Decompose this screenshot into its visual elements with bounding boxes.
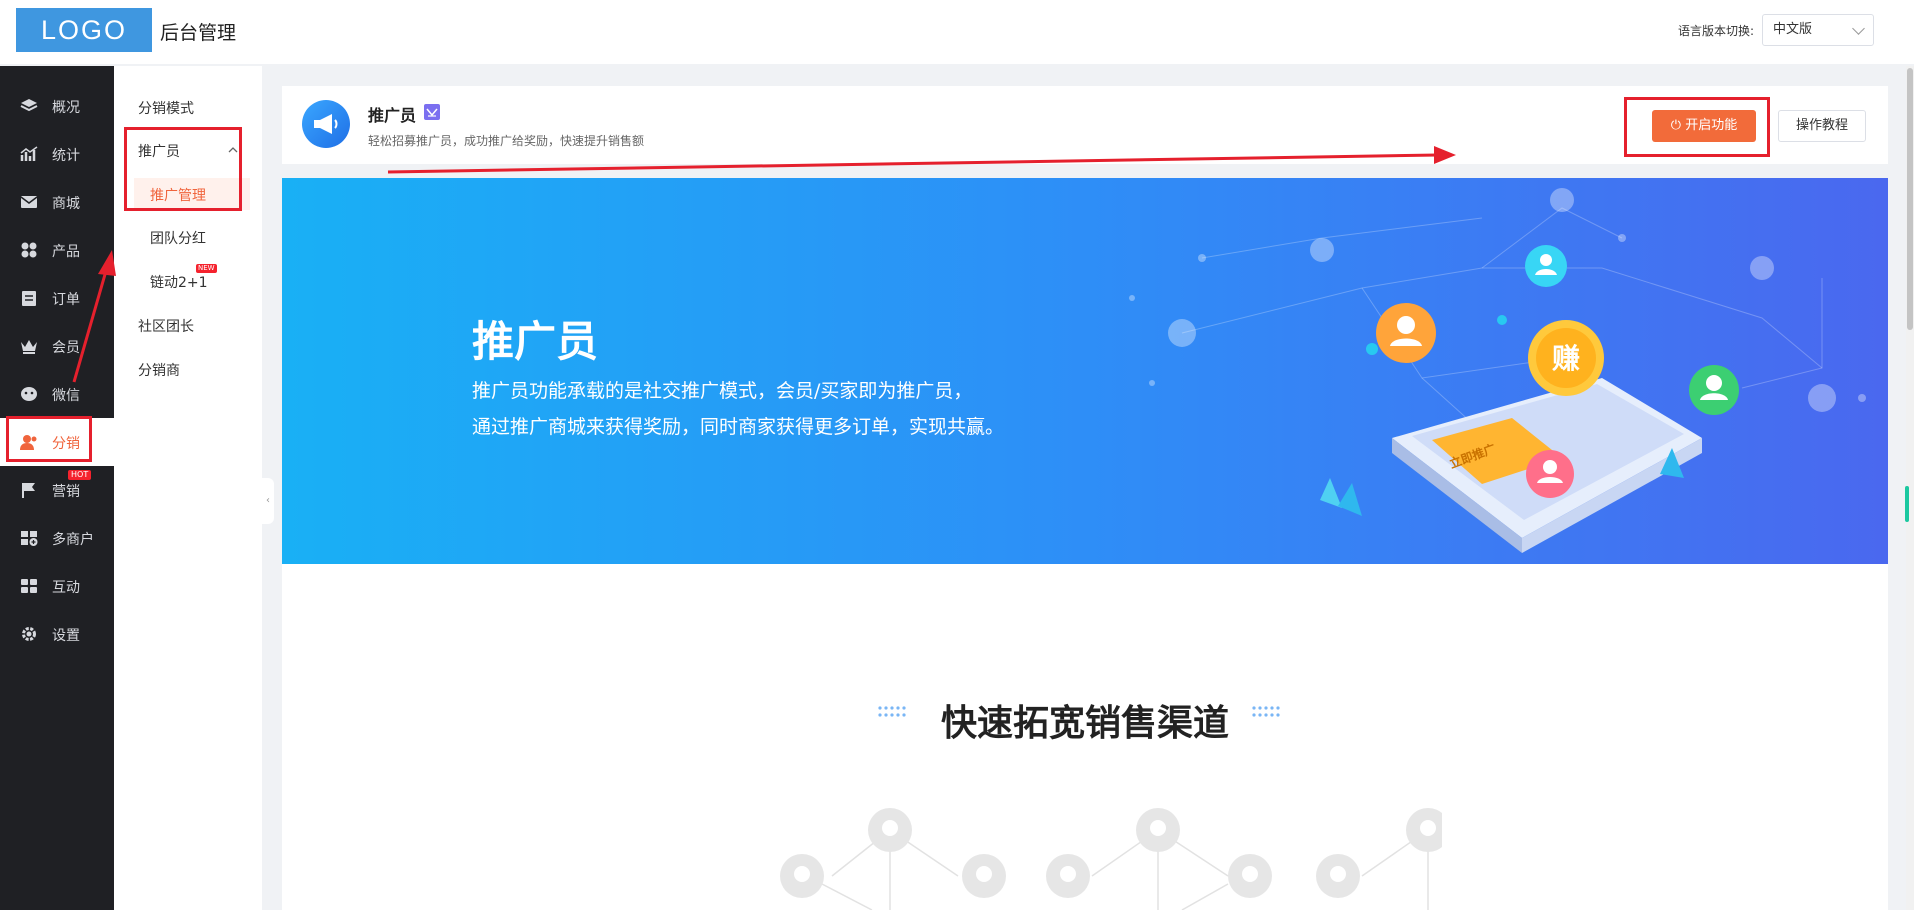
annotation-arrows [72, 146, 1456, 383]
scroll-indicator [1905, 486, 1909, 522]
scrollbar-thumb[interactable] [1907, 68, 1913, 330]
